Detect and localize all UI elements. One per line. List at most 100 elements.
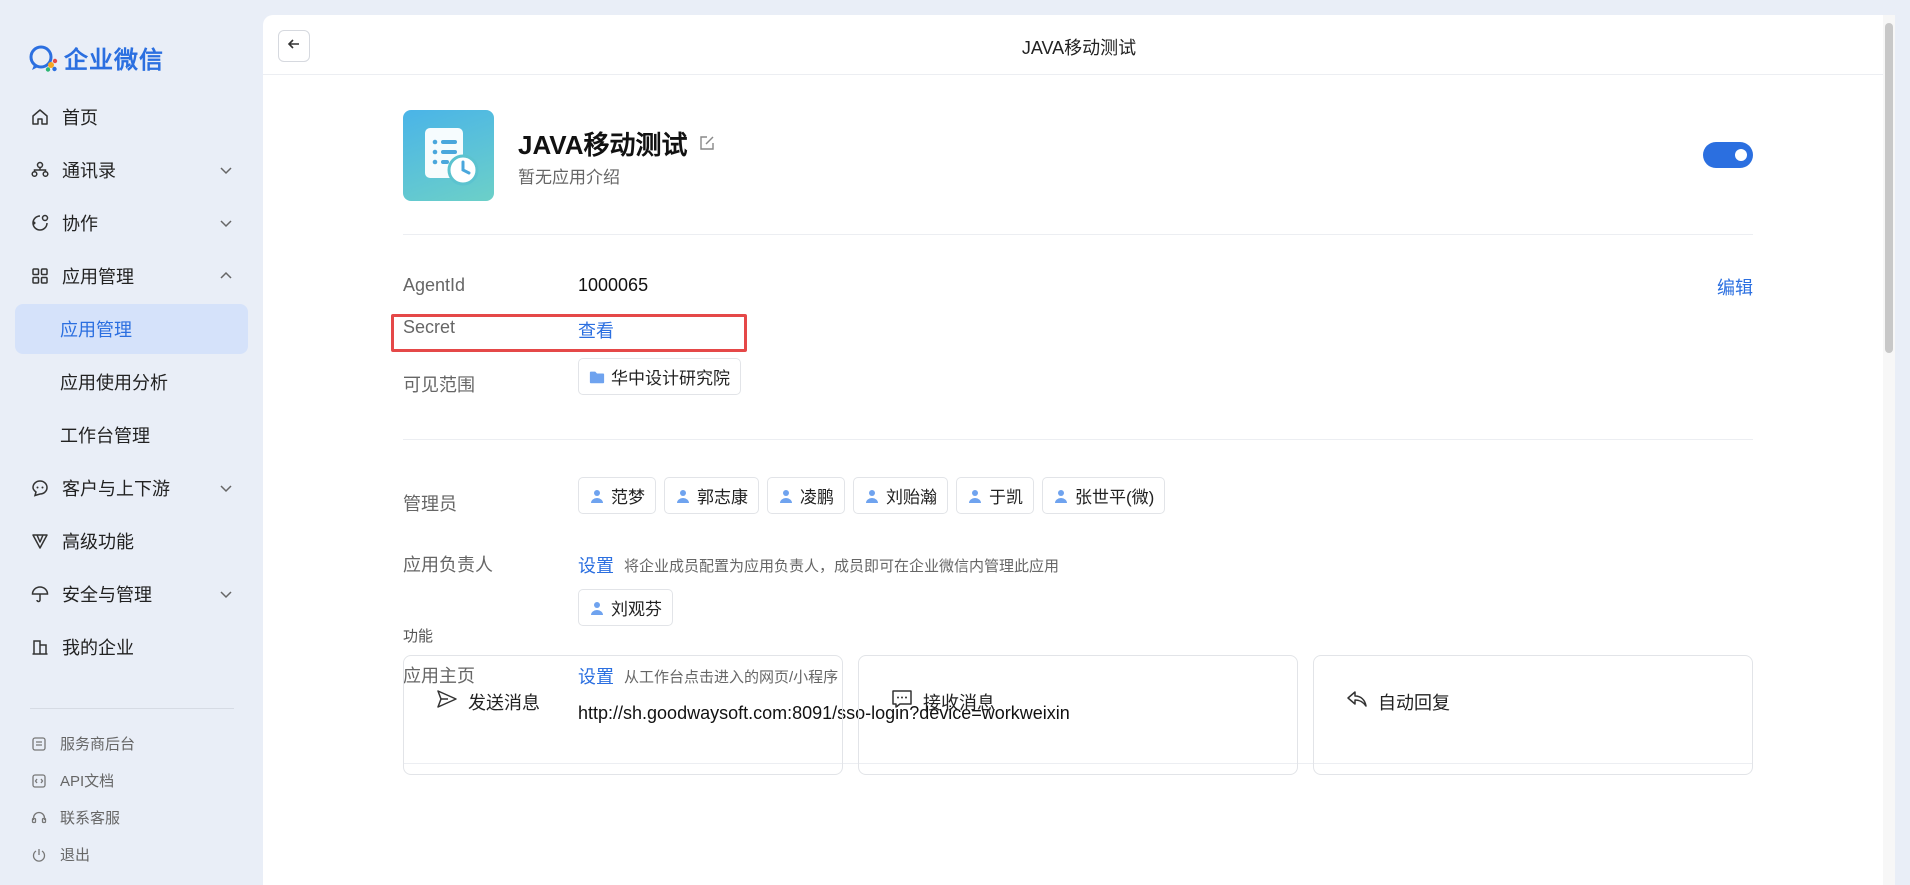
customer-icon bbox=[30, 478, 50, 498]
user-icon bbox=[967, 488, 983, 504]
owner-label: 应用负责人 bbox=[403, 555, 493, 575]
reply-icon bbox=[1346, 688, 1368, 715]
owner-hint: 将企业成员配置为应用负责人，成员即可在企业微信内管理此应用 bbox=[624, 557, 1060, 575]
umbrella-icon bbox=[30, 584, 50, 604]
sidebar-item-label: 应用管理 bbox=[60, 320, 132, 340]
admins-label: 管理员 bbox=[403, 494, 457, 514]
footer-item-logout[interactable]: 退出 bbox=[30, 836, 240, 873]
contacts-icon bbox=[30, 160, 50, 180]
sidebar-subitem-app-management[interactable]: 应用管理 bbox=[15, 304, 248, 354]
api-doc-icon bbox=[30, 772, 48, 790]
sidebar-footer: 服务商后台 API文档 联系客服 退出 bbox=[30, 725, 240, 873]
chevron-up-icon bbox=[218, 268, 234, 284]
sidebar-item-label: 应用使用分析 bbox=[60, 373, 168, 393]
page-title: JAVA移动测试 bbox=[1021, 38, 1137, 58]
footer-item-label: 联系客服 bbox=[60, 810, 121, 827]
sidebar-item-label: 工作台管理 bbox=[60, 426, 150, 446]
functions-label: 功能 bbox=[403, 628, 434, 645]
send-icon bbox=[436, 688, 458, 715]
card-title: 发送消息 bbox=[436, 688, 540, 715]
edit-icon[interactable] bbox=[698, 128, 716, 159]
admin-name: 于凯 bbox=[989, 488, 1023, 507]
sidebar-item-home[interactable]: 首页 bbox=[15, 92, 248, 142]
owner-set-link[interactable]: 设置 bbox=[578, 552, 614, 578]
building-icon bbox=[30, 637, 50, 657]
sidebar-subitem-usage-analysis[interactable]: 应用使用分析 bbox=[15, 357, 248, 407]
chevron-down-icon bbox=[218, 162, 234, 178]
auto-reply-card[interactable]: 自动回复 bbox=[1313, 655, 1753, 775]
user-icon bbox=[864, 488, 880, 504]
toggle-knob bbox=[1735, 149, 1747, 161]
app-name: JAVA移动测试 bbox=[518, 125, 716, 162]
sidebar-item-label: 我的企业 bbox=[62, 638, 134, 658]
scrollbar-thumb[interactable] bbox=[1885, 23, 1893, 353]
app-header: JAVA移动测试 暂无应用介绍 bbox=[403, 75, 1753, 235]
topbar: JAVA移动测试 bbox=[263, 15, 1895, 75]
chevron-down-icon bbox=[218, 215, 234, 231]
power-icon bbox=[30, 846, 48, 864]
chevron-down-icon bbox=[218, 480, 234, 496]
sidebar-nav: 首页 通讯录 协作 应用管理 应用管理 应用使用分析 工作台管理 客户与上下游 … bbox=[15, 92, 248, 675]
secret-label: Secret bbox=[403, 317, 456, 337]
app-info-section: AgentId 1000065 编辑 Secret 查看 可见范围 华中设计研究… bbox=[391, 235, 1753, 440]
scrollbar[interactable] bbox=[1883, 15, 1895, 885]
admins-list: 范梦 郭志康 凌鹏 刘贻瀚 于凯 张世平(微) bbox=[578, 477, 1173, 514]
sidebar-item-label: 首页 bbox=[62, 108, 98, 128]
card-title-text: 发送消息 bbox=[468, 692, 540, 713]
admin-name: 范梦 bbox=[611, 488, 645, 507]
footer-item-support[interactable]: 联系客服 bbox=[30, 799, 240, 836]
scope-chip[interactable]: 华中设计研究院 bbox=[578, 358, 741, 395]
home-icon bbox=[30, 107, 50, 127]
main-panel: JAVA移动测试 JAVA移动测试 暂无应用介绍 AgentId 1000065… bbox=[263, 15, 1895, 885]
footer-item-vendor[interactable]: 服务商后台 bbox=[30, 725, 240, 762]
sidebar-item-my-company[interactable]: 我的企业 bbox=[15, 622, 248, 672]
send-message-card[interactable]: 发送消息 bbox=[403, 655, 843, 775]
sidebar-item-security[interactable]: 安全与管理 bbox=[15, 569, 248, 619]
owner-chip[interactable]: 刘观芬 bbox=[578, 589, 673, 626]
app-enable-toggle[interactable] bbox=[1703, 142, 1753, 168]
agentid-label: AgentId bbox=[403, 275, 466, 295]
sidebar-item-label: 应用管理 bbox=[62, 267, 134, 287]
edit-button[interactable]: 编辑 bbox=[1717, 274, 1753, 300]
brand-logo[interactable]: 企业微信 bbox=[28, 40, 164, 75]
card-title: 自动回复 bbox=[1346, 688, 1450, 715]
app-name-text: JAVA移动测试 bbox=[518, 130, 688, 160]
receive-message-card[interactable]: 接收消息 bbox=[858, 655, 1298, 775]
sidebar-item-contacts[interactable]: 通讯录 bbox=[15, 145, 248, 195]
admin-chip[interactable]: 凌鹏 bbox=[767, 477, 845, 514]
function-cards: 发送消息 接收消息 自动回复 bbox=[403, 655, 1753, 775]
wecom-logo-icon bbox=[28, 43, 58, 73]
admin-chip[interactable]: 范梦 bbox=[578, 477, 656, 514]
scope-value: 华中设计研究院 bbox=[578, 358, 749, 395]
admin-chip[interactable]: 刘贻瀚 bbox=[853, 477, 948, 514]
sidebar-item-label: 协作 bbox=[62, 214, 98, 234]
message-icon bbox=[891, 688, 913, 715]
agentid-value: 1000065 bbox=[578, 275, 649, 295]
user-icon bbox=[1053, 488, 1069, 504]
footer-item-label: 服务商后台 bbox=[60, 736, 136, 753]
sidebar-item-advanced[interactable]: 高级功能 bbox=[15, 516, 248, 566]
sidebar-item-customers[interactable]: 客户与上下游 bbox=[15, 463, 248, 513]
admin-name: 郭志康 bbox=[697, 488, 748, 507]
app-detail: JAVA移动测试 暂无应用介绍 AgentId 1000065 编辑 Secre… bbox=[391, 75, 1753, 775]
footer-item-api-doc[interactable]: API文档 bbox=[30, 762, 240, 799]
admin-chip[interactable]: 张世平(微) bbox=[1042, 477, 1166, 514]
chevron-down-icon bbox=[218, 586, 234, 602]
admin-chip[interactable]: 于凯 bbox=[956, 477, 1034, 514]
card-title-text: 自动回复 bbox=[1378, 692, 1450, 713]
card-title: 接收消息 bbox=[891, 688, 995, 715]
advanced-icon bbox=[30, 531, 50, 551]
view-secret-link[interactable]: 查看 bbox=[578, 317, 614, 343]
footer-item-label: API文档 bbox=[60, 773, 115, 790]
user-icon bbox=[675, 488, 691, 504]
sidebar-item-app-management[interactable]: 应用管理 bbox=[15, 251, 248, 301]
owner-set-line: 设置 将企业成员配置为应用负责人，成员即可在企业微信内管理此应用 bbox=[578, 552, 1059, 578]
owners-list: 刘观芬 bbox=[578, 589, 681, 626]
folder-icon bbox=[589, 369, 605, 385]
footer-item-label: 退出 bbox=[60, 847, 91, 864]
sidebar-item-collab[interactable]: 协作 bbox=[15, 198, 248, 248]
sidebar-divider bbox=[30, 708, 234, 709]
admin-chip[interactable]: 郭志康 bbox=[664, 477, 759, 514]
sidebar-subitem-workbench[interactable]: 工作台管理 bbox=[15, 410, 248, 460]
sidebar-item-label: 客户与上下游 bbox=[62, 479, 170, 499]
